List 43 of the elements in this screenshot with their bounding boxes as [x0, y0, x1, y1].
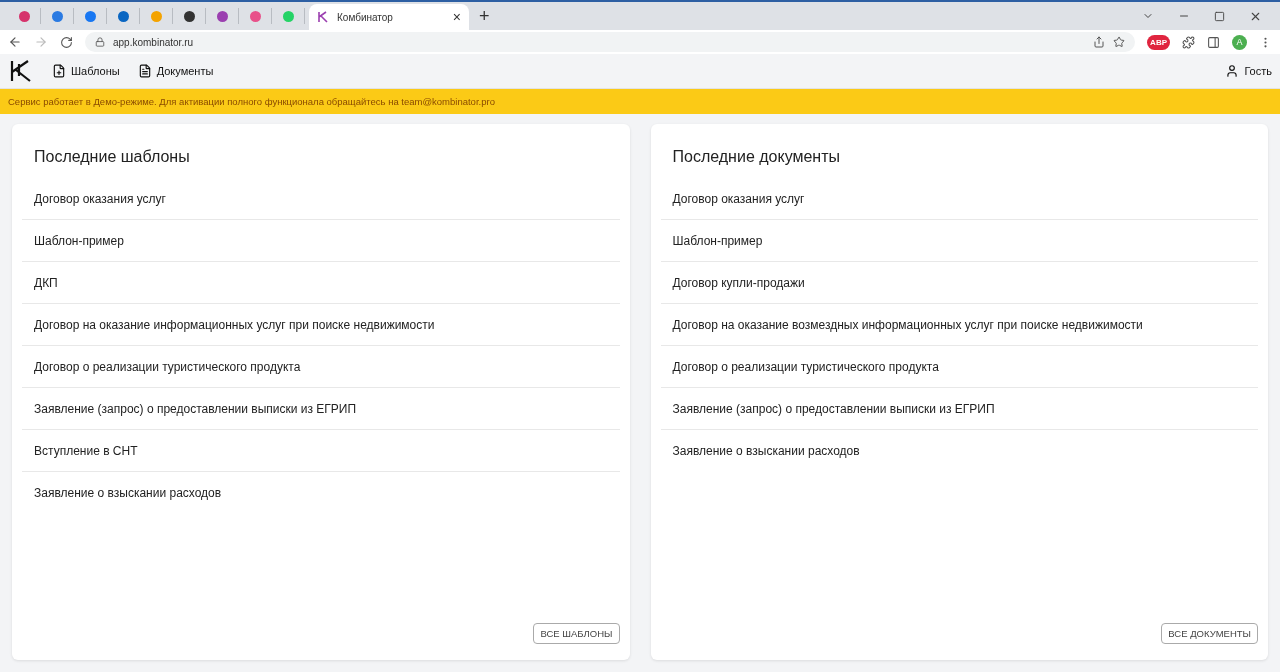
pinned-tab-icon[interactable]: [117, 10, 129, 22]
list-item[interactable]: Шаблон-пример: [22, 220, 620, 262]
nav-link[interactable]: Документы: [137, 64, 214, 78]
panel-title: Последние документы: [672, 148, 842, 166]
list-item[interactable]: Шаблон-пример: [660, 220, 1258, 262]
view-all-button[interactable]: ВСЕ ДОКУМЕНТЫ: [1161, 623, 1258, 644]
panel-title: Последние шаблоны: [34, 148, 191, 166]
lock-icon: [95, 37, 105, 47]
pinned-tab-icon[interactable]: [216, 10, 228, 22]
nav-link[interactable]: Шаблоны: [52, 64, 120, 78]
list-item[interactable]: ДКП: [22, 262, 620, 304]
list-item[interactable]: Договор на оказание информационных услуг при поиске недвижимости: [22, 304, 620, 346]
side-panel-icon[interactable]: [1207, 35, 1220, 49]
demo-banner: Сервис работает в Демо-режиме. Для активации полного функционала обращайтесь на team@kombinator.pro: [0, 89, 1280, 114]
file-plus-icon: [52, 64, 66, 78]
user-link[interactable]: Гость: [1225, 64, 1272, 78]
view-all-button[interactable]: ВСЕ ШАБЛОНЫ: [533, 623, 620, 644]
logo-icon: [317, 11, 329, 23]
address-field[interactable]: app.kombinator.ru: [85, 32, 1136, 52]
list-item[interactable]: Заявление (запрос) о предоставлении выписки из ЕГРИП: [660, 388, 1258, 430]
maximize-icon[interactable]: [1214, 10, 1225, 22]
list-item[interactable]: Вступление в СНТ: [22, 430, 620, 472]
puzzle-icon[interactable]: [1182, 35, 1195, 49]
list-item[interactable]: Договор оказания услуг: [22, 178, 620, 220]
browser-tab[interactable]: Комбинатор ×: [309, 4, 469, 30]
list-item[interactable]: Договор на оказание возмездных информационных услуг при поиске недвижимости: [660, 304, 1258, 346]
list-item[interactable]: Договор о реализации туристического продукта: [660, 346, 1258, 388]
document-icon: [137, 64, 152, 78]
back-icon[interactable]: [8, 35, 22, 49]
list-item[interactable]: Договор купли-продажи: [660, 262, 1258, 304]
list-item[interactable]: Заявление о взыскании расходов: [660, 430, 1258, 471]
new-tab-button[interactable]: +: [469, 6, 500, 27]
list-item[interactable]: Заявление (запрос) о предоставлении выписки из ЕГРИП: [22, 388, 620, 430]
user-icon: [1225, 64, 1240, 78]
share-icon[interactable]: [1093, 36, 1106, 48]
list-item[interactable]: Договор оказания услуг: [660, 178, 1258, 220]
star-icon[interactable]: [1113, 36, 1126, 48]
tab-close-button[interactable]: ×: [452, 9, 461, 25]
adblock-extension-icon[interactable]: ABP: [1147, 34, 1170, 50]
list-item[interactable]: Заявление о взыскании расходов: [22, 472, 620, 513]
reload-icon[interactable]: [60, 35, 73, 49]
list-item[interactable]: Договор о реализации туристического продукта: [22, 346, 620, 388]
pinned-tab-icon[interactable]: [183, 10, 195, 22]
